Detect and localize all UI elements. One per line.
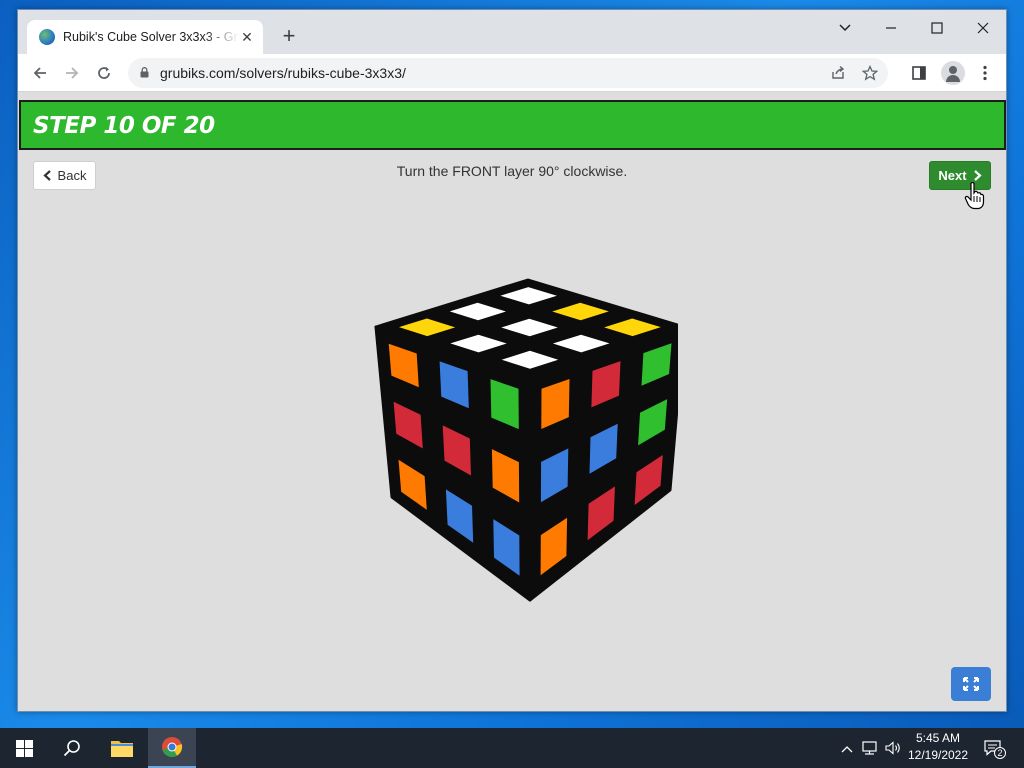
minimize-icon[interactable] [873, 16, 909, 44]
forward-arrow-icon[interactable] [58, 59, 86, 87]
tab-title: Rubik's Cube Solver 3x3x3 - Grubiks [63, 30, 239, 44]
share-icon[interactable] [828, 63, 848, 83]
menu-kebab-icon[interactable] [975, 63, 995, 83]
globe-favicon-icon [39, 29, 55, 45]
step-title: STEP 10 OF 20 [33, 113, 215, 139]
next-button-label: Next [938, 168, 967, 183]
close-window-icon[interactable] [965, 16, 1001, 44]
volume-icon[interactable] [885, 738, 903, 758]
browser-window: Rubik's Cube Solver 3x3x3 - Grubiks ✕ + … [17, 9, 1007, 712]
address-bar[interactable]: grubiks.com/solvers/rubiks-cube-3x3x3/ [128, 58, 888, 88]
back-arrow-icon[interactable] [26, 59, 54, 87]
taskbar: 5:45 AM 12/19/2022 2 [0, 728, 1024, 768]
title-bar: Rubik's Cube Solver 3x3x3 - Grubiks ✕ + [18, 10, 1006, 54]
bookmark-star-icon[interactable] [860, 63, 880, 83]
browser-tab[interactable]: Rubik's Cube Solver 3x3x3 - Grubiks ✕ [27, 20, 263, 54]
hand-pointer-cursor-icon [964, 182, 985, 210]
expand-arrows-icon [963, 677, 979, 691]
step-instruction: Turn the FRONT layer 90° clockwise. [396, 163, 628, 179]
step-header: STEP 10 OF 20 [19, 100, 1006, 150]
network-icon[interactable] [862, 738, 880, 758]
fullscreen-button[interactable] [951, 667, 991, 701]
reload-icon[interactable] [90, 59, 118, 87]
close-tab-icon[interactable]: ✕ [239, 29, 255, 45]
solver-page: STEP 10 OF 20 Back Turn the FRONT layer … [18, 92, 1006, 711]
lock-icon[interactable] [140, 67, 149, 78]
search-icon[interactable] [48, 728, 96, 768]
new-tab-icon[interactable]: + [278, 25, 300, 48]
tab-search-chevron-icon[interactable] [827, 16, 863, 44]
file-explorer-icon[interactable] [98, 728, 146, 768]
clock-date[interactable]: 12/19/2022 [905, 748, 971, 762]
profile-avatar-icon[interactable] [941, 61, 965, 85]
chrome-taskbar-icon[interactable] [148, 728, 196, 768]
side-panel-icon[interactable] [909, 63, 929, 83]
show-hidden-icons-chevron-icon[interactable] [838, 738, 856, 758]
clock-time[interactable]: 5:45 AM [905, 731, 971, 745]
notification-count-badge: 2 [994, 747, 1006, 759]
windows-start-icon[interactable] [0, 728, 48, 768]
rubiks-cube-3d[interactable] [348, 272, 678, 602]
maximize-icon[interactable] [919, 16, 955, 44]
notification-center-icon[interactable]: 2 [982, 738, 1006, 759]
chevron-right-icon [973, 170, 982, 181]
browser-toolbar: grubiks.com/solvers/rubiks-cube-3x3x3/ [18, 54, 1006, 92]
url-text: grubiks.com/solvers/rubiks-cube-3x3x3/ [160, 65, 406, 81]
